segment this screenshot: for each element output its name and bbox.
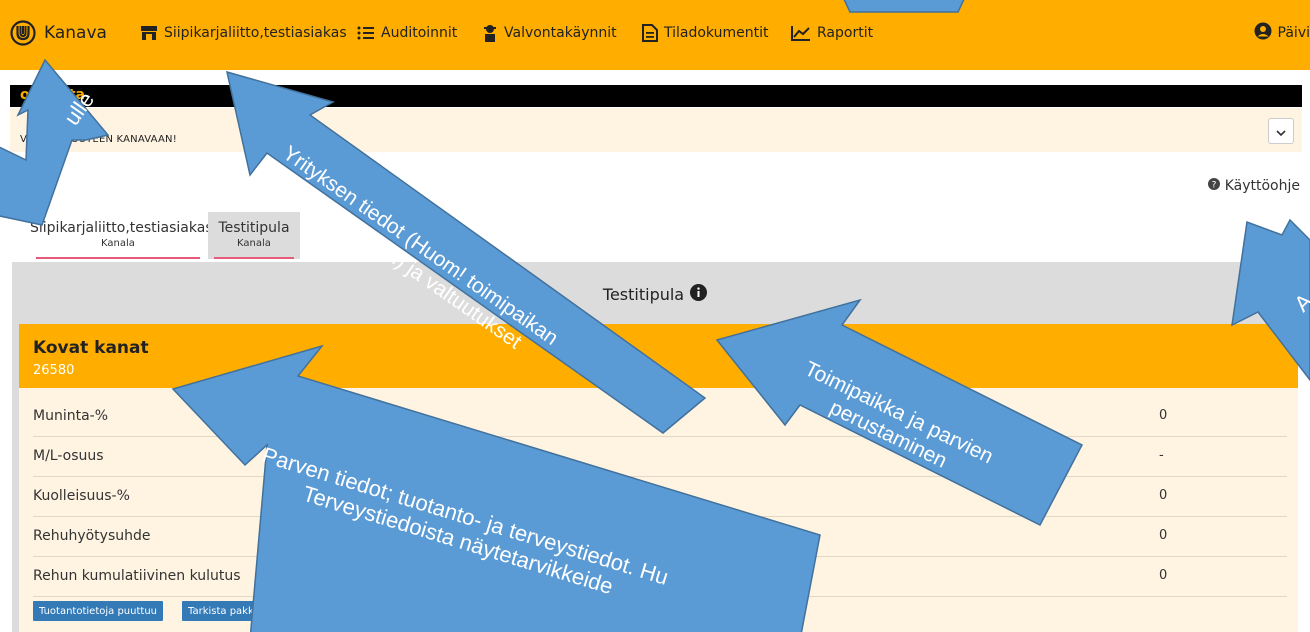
stat-row: M/L-osuus - <box>33 436 1287 477</box>
list-icon <box>357 25 375 41</box>
announcement-expand-button[interactable] <box>1268 118 1294 144</box>
nav-raportit[interactable]: Raportit <box>791 18 873 48</box>
stat-row: Rehuhyötysuhde 0 <box>33 516 1287 557</box>
stat-label: Kuolleisuus-% <box>33 488 130 504</box>
user-circle-icon <box>1254 22 1272 44</box>
nav-label: Valvontakäynnit <box>504 25 617 41</box>
flock-card-header[interactable]: Kovat kanat 26580 <box>19 324 1298 388</box>
check-packing-id-button[interactable]: Tarkista pakkaamotunniste <box>182 601 329 621</box>
tab-sublabel: Kanala <box>101 238 135 249</box>
line-chart-icon <box>791 25 811 41</box>
nav-label: Tiladokumentit <box>664 25 769 41</box>
nav-siipikarjaliitto[interactable]: Siipikarjaliitto,testiasiakas <box>140 18 347 48</box>
inspector-icon <box>482 24 498 42</box>
store-icon <box>140 25 158 41</box>
flock-id: 26580 <box>33 363 75 378</box>
flock-name: Kovat kanat <box>33 338 149 358</box>
kanava-logo-icon <box>10 20 36 46</box>
stat-label: Rehuhyötysuhde <box>33 528 151 544</box>
stat-value: 0 <box>1159 488 1168 503</box>
nav-label: Raportit <box>817 25 874 41</box>
user-name: Päivi <box>1277 25 1310 41</box>
question-circle-icon: ? <box>1207 178 1220 194</box>
stat-value: - <box>1159 448 1164 463</box>
announcement-header: ohtaista <box>10 85 1302 107</box>
stat-value: 0 <box>1159 568 1168 583</box>
nav-label: Siipikarjaliitto,testiasiakas <box>164 25 347 41</box>
document-icon <box>642 24 658 42</box>
tab-sublabel: Kanala <box>237 238 271 249</box>
announcement-body: VETULOA UUTEEN KANAVAAN! <box>10 108 1302 152</box>
missing-production-data-button[interactable]: Tuotantotietoja puuttuu <box>33 601 163 621</box>
tab-underline <box>36 257 200 259</box>
top-navbar: Kanava Siipikarjaliitto,testiasiakas Aud… <box>0 0 1310 70</box>
stat-label: Muninta-% <box>33 408 109 424</box>
tab-testitipula[interactable]: Testitipula Kanala <box>208 212 300 259</box>
info-icon[interactable] <box>690 284 708 305</box>
nav-valvontakaynnit[interactable]: Valvontakäynnit <box>482 18 617 48</box>
tab-label: Siipikarjaliitto,testiasiakas <box>30 220 213 236</box>
tab-label: Testitipula <box>218 220 290 236</box>
brand-home-link[interactable]: Kanava <box>10 18 107 48</box>
chevron-down-icon <box>1276 122 1286 141</box>
help-label: Käyttöohje <box>1224 178 1300 194</box>
nav-label: Auditoinnit <box>381 25 458 41</box>
panel-title-text: Testitipula <box>602 285 685 304</box>
stat-value: 0 <box>1159 408 1168 423</box>
nav-tiladokumentit[interactable]: Tiladokumentit <box>642 18 768 48</box>
svg-text:?: ? <box>1211 181 1216 191</box>
stat-row: Muninta-% 0 <box>33 396 1287 437</box>
stat-row: Kuolleisuus-% 0 <box>33 476 1287 517</box>
stat-label: Rehun kumulatiivinen kulutus <box>33 568 241 584</box>
stat-value: 0 <box>1159 528 1168 543</box>
tab-siipikarjaliitto[interactable]: Siipikarjaliitto,testiasiakas Kanala <box>30 212 213 259</box>
panel-title: Testitipula <box>12 284 1298 305</box>
tab-underline <box>214 257 294 259</box>
stat-label: M/L-osuus <box>33 448 104 464</box>
announcement-text: VETULOA UUTEEN KANAVAAN! <box>20 134 177 145</box>
user-menu[interactable]: Päivi <box>1254 18 1310 48</box>
brand-name: Kanava <box>44 23 107 43</box>
help-link[interactable]: ? Käyttöohje <box>1207 178 1300 194</box>
nav-auditoinnit[interactable]: Auditoinnit <box>357 18 457 48</box>
